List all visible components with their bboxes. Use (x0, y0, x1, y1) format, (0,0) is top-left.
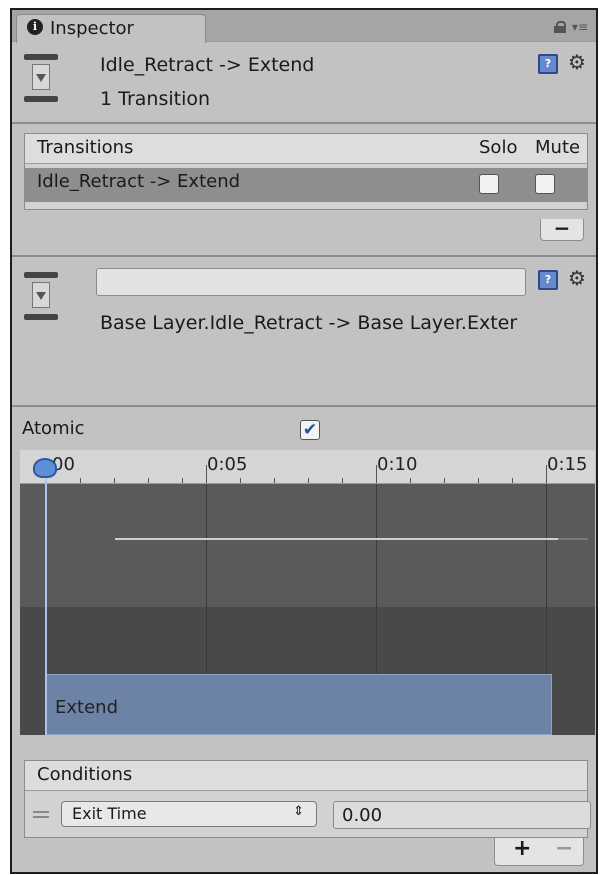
divider (12, 255, 596, 257)
gear-icon[interactable]: ⚙ (568, 50, 586, 74)
transition-path: Base Layer.Idle_Retract -> Base Layer.Ex… (100, 312, 518, 334)
transition-icon (24, 272, 58, 322)
condition-parameter-value: Exit Time (72, 804, 147, 823)
check-icon: ✔ (302, 420, 318, 440)
divider (12, 405, 596, 407)
tab-controls: ▾≡ (553, 20, 588, 34)
help-icon[interactable]: ? (538, 270, 558, 290)
dropdown-arrow-icon: ⇕ (293, 804, 304, 819)
tab-bar: i Inspector ▾≡ (12, 10, 596, 43)
condition-buttons: + − (494, 836, 584, 866)
atomic-label: Atomic (22, 418, 85, 439)
gear-icon[interactable]: ⚙ (568, 266, 586, 290)
tab-inspector[interactable]: i Inspector (16, 14, 206, 43)
header-subtitle: 1 Transition (100, 88, 211, 110)
extend-clip-label: Extend (55, 697, 118, 718)
transition-row-label: Idle_Retract -> Extend (37, 171, 241, 192)
remove-transition-button[interactable]: − (540, 218, 584, 241)
playhead-handle[interactable] (33, 458, 57, 478)
transitions-list: Transitions Solo Mute Idle_Retract -> Ex… (24, 133, 588, 210)
solo-checkbox[interactable] (479, 174, 499, 194)
transitions-header: Transitions Solo Mute (25, 134, 587, 164)
drag-handle-icon[interactable] (33, 811, 49, 818)
transition-curve (115, 538, 558, 540)
transition-name-input[interactable] (96, 268, 526, 296)
extend-clip[interactable]: Extend (46, 674, 552, 735)
condition-value-input[interactable]: 0.00 (333, 801, 591, 829)
lock-icon[interactable] (553, 21, 566, 33)
tab-label: Inspector (50, 18, 134, 39)
mute-checkbox[interactable] (535, 174, 555, 194)
conditions-list: Conditions Exit Time ⇕ 0.00 (24, 760, 591, 838)
transition-row[interactable]: Idle_Retract -> Extend (25, 168, 587, 202)
tick-label: 0:05 (207, 454, 248, 475)
transition-timeline[interactable]: 00 0:05 0:10 0:15 Extend (20, 450, 595, 735)
solo-header: Solo (479, 137, 518, 158)
conditions-header-label: Conditions (37, 764, 133, 785)
inspector-window: i Inspector ▾≡ Idle_Retract -> Extend 1 … (10, 8, 598, 874)
menu-icon[interactable]: ▾≡ (572, 20, 588, 34)
source-lane (20, 484, 595, 607)
conditions-header: Conditions (25, 761, 587, 791)
add-condition-button[interactable]: + (513, 836, 531, 861)
atomic-checkbox[interactable]: ✔ (300, 420, 320, 440)
remove-condition-button[interactable]: − (555, 836, 573, 861)
time-ruler[interactable]: 00 0:05 0:10 0:15 (20, 450, 595, 484)
divider (12, 122, 596, 124)
playhead-line (45, 464, 47, 735)
transition-curve-tail (558, 538, 588, 540)
transition-icon (24, 54, 58, 104)
transitions-header-label: Transitions (37, 137, 134, 158)
mute-header: Mute (535, 137, 581, 158)
header-title: Idle_Retract -> Extend (100, 54, 315, 76)
condition-value: 0.00 (342, 805, 383, 826)
condition-parameter-dropdown[interactable]: Exit Time ⇕ (61, 801, 317, 827)
info-icon: i (27, 19, 43, 35)
help-icon[interactable]: ? (538, 54, 558, 74)
tick-label: 0:10 (377, 454, 418, 475)
tick-label: 0:15 (547, 454, 588, 475)
